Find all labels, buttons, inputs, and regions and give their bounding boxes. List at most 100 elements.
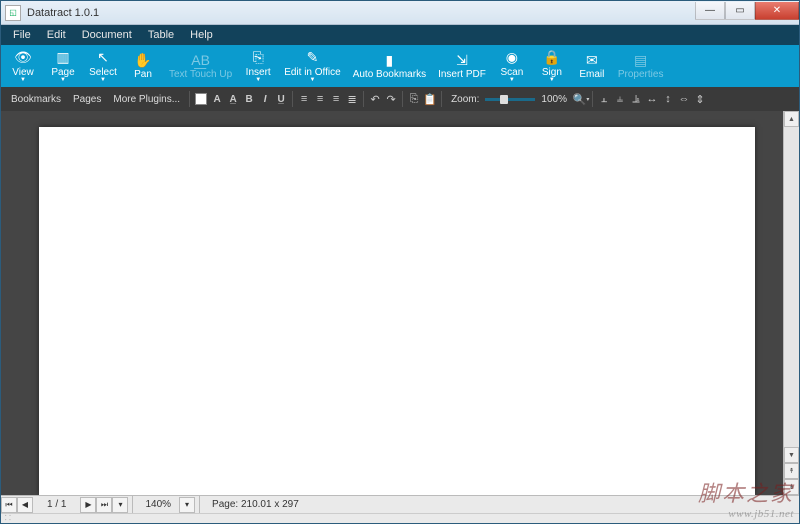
menu-bar: File Edit Document Table Help — [1, 25, 799, 45]
cursor-icon: ↖ — [97, 50, 109, 66]
text-touchup-icon: A͟B — [191, 52, 210, 68]
chevron-down-icon: ▼ — [549, 77, 555, 83]
first-page-button[interactable]: ⏮ — [1, 497, 17, 513]
separator — [189, 91, 190, 107]
italic-button[interactable]: I — [257, 91, 273, 107]
menu-document[interactable]: Document — [74, 27, 140, 43]
status-page-size: Page: 210.01 x 297 — [204, 499, 307, 510]
zoom-thumb[interactable] — [500, 95, 508, 104]
eye-icon: 👁 — [14, 50, 32, 66]
separator — [402, 91, 403, 107]
align-left-button[interactable]: ≡ — [296, 91, 312, 107]
align-middle-icon[interactable]: ⫨ — [612, 91, 628, 107]
app-window: ◱ Datatract 1.0.1 — ▭ ✕ File Edit Docume… — [0, 0, 800, 524]
text-touchup-button: A͟BText Touch Up — [163, 45, 238, 87]
edit-icon: ✎ — [307, 50, 319, 66]
status-zoom[interactable]: 140% — [137, 499, 179, 510]
distribute-v-icon[interactable]: ↕ — [660, 91, 676, 107]
document-page[interactable] — [39, 127, 755, 495]
scroll-up-button[interactable]: ▲ — [784, 111, 799, 127]
document-area: ▲ ▼ ↟ ↡ — [1, 111, 799, 495]
pdf-insert-icon: ⇲ — [456, 52, 468, 68]
view-button[interactable]: 👁View▼ — [3, 45, 43, 87]
title-bar: ◱ Datatract 1.0.1 — ▭ ✕ — [1, 1, 799, 25]
chevron-down-icon: ▼ — [100, 77, 106, 83]
vertical-scrollbar[interactable]: ▲ ▼ ↟ ↡ — [783, 111, 799, 495]
separator — [292, 91, 293, 107]
scroll-track[interactable] — [784, 127, 799, 447]
properties-button: ▤Properties — [612, 45, 670, 87]
properties-icon: ▤ — [634, 52, 647, 68]
paste-button[interactable]: 📋 — [422, 91, 438, 107]
tab-bookmarks[interactable]: Bookmarks — [5, 91, 67, 108]
menu-help[interactable]: Help — [182, 27, 221, 43]
format-toolbar: Bookmarks Pages More Plugins... A A̲ B I… — [1, 87, 799, 111]
spacing-v-icon[interactable]: ⇕ — [692, 91, 708, 107]
prev-page-button[interactable]: ◀ — [17, 497, 33, 513]
email-button[interactable]: ✉Email — [572, 45, 612, 87]
page-button[interactable]: ▥Page▼ — [43, 45, 83, 87]
menu-table[interactable]: Table — [140, 27, 182, 43]
align-center-button[interactable]: ≡ — [312, 91, 328, 107]
zoom-value[interactable]: 100% — [535, 91, 573, 108]
tab-more-plugins[interactable]: More Plugins... — [107, 91, 186, 108]
separator — [132, 496, 133, 513]
resize-grip-icon[interactable]: ⸬ — [5, 514, 12, 523]
separator — [592, 91, 593, 107]
align-right-button[interactable]: ≡ — [328, 91, 344, 107]
edit-in-office-button[interactable]: ✎Edit in Office▼ — [278, 45, 347, 87]
chevron-down-icon: ▼ — [255, 77, 261, 83]
ribbon-toolbar: 👁View▼ ▥Page▼ ↖Select▼ ✋Pan A͟BText Touc… — [1, 45, 799, 87]
chevron-down-icon: ▼ — [509, 77, 515, 83]
distribute-h-icon[interactable]: ↔ — [644, 91, 660, 107]
zoom-step-button[interactable]: ▾ — [179, 497, 195, 513]
copy-button[interactable]: ⎘ — [406, 91, 422, 107]
bold-button[interactable]: B — [241, 91, 257, 107]
close-button[interactable]: ✕ — [755, 2, 799, 20]
insert-button[interactable]: ⎘Insert▼ — [238, 45, 278, 87]
scroll-pgup-button[interactable]: ↟ — [784, 463, 799, 479]
auto-bookmarks-button[interactable]: ▮Auto Bookmarks — [347, 45, 432, 87]
menu-edit[interactable]: Edit — [39, 27, 74, 43]
color-swatch[interactable] — [195, 93, 207, 105]
scroll-down-button[interactable]: ▼ — [784, 447, 799, 463]
search-icon[interactable]: 🔍▾ — [573, 91, 589, 107]
underline-button[interactable]: U̲ — [273, 91, 289, 107]
menu-file[interactable]: File — [5, 27, 39, 43]
minimize-button[interactable]: — — [695, 2, 725, 20]
pan-button[interactable]: ✋Pan — [123, 45, 163, 87]
chevron-down-icon: ▼ — [309, 77, 315, 83]
page-canvas[interactable] — [11, 111, 783, 495]
align-top-icon[interactable]: ⫠ — [596, 91, 612, 107]
highlight-button[interactable]: A̲ — [225, 91, 241, 107]
redo-button[interactable]: ↷ — [383, 91, 399, 107]
last-page-button[interactable]: ⏭ — [96, 497, 112, 513]
align-bottom-icon[interactable]: ⫡ — [628, 91, 644, 107]
next-page-button[interactable]: ▶ — [80, 497, 96, 513]
email-icon: ✉ — [586, 52, 598, 68]
undo-button[interactable]: ↶ — [367, 91, 383, 107]
lock-icon: 🔒 — [543, 50, 560, 66]
zoom-dropdown-button[interactable]: ▾ — [112, 497, 128, 513]
separator — [441, 91, 442, 107]
font-color-button[interactable]: A — [209, 91, 225, 107]
scan-icon: ◉ — [506, 50, 518, 66]
select-button[interactable]: ↖Select▼ — [83, 45, 123, 87]
bottom-grip-bar: ⸬ — [1, 513, 799, 523]
separator — [199, 496, 200, 513]
sign-button[interactable]: 🔒Sign▼ — [532, 45, 572, 87]
tab-pages[interactable]: Pages — [67, 91, 107, 108]
separator — [363, 91, 364, 107]
maximize-button[interactable]: ▭ — [725, 2, 755, 20]
vertical-ruler — [1, 111, 11, 495]
insert-pdf-button[interactable]: ⇲Insert PDF — [432, 45, 492, 87]
zoom-slider[interactable] — [485, 98, 535, 101]
page-number[interactable]: 1 / 1 — [33, 499, 80, 510]
scroll-pgdn-button[interactable]: ↡ — [784, 479, 799, 495]
spacing-icon[interactable]: ⇔ — [676, 91, 692, 107]
scan-button[interactable]: ◉Scan▼ — [492, 45, 532, 87]
status-bar: ⏮ ◀ 1 / 1 ▶ ⏭ ▾ 140% ▾ Page: 210.01 x 29… — [1, 495, 799, 513]
hand-icon: ✋ — [134, 52, 151, 68]
bookmark-icon: ▮ — [386, 52, 394, 68]
align-justify-button[interactable]: ≣ — [344, 91, 360, 107]
